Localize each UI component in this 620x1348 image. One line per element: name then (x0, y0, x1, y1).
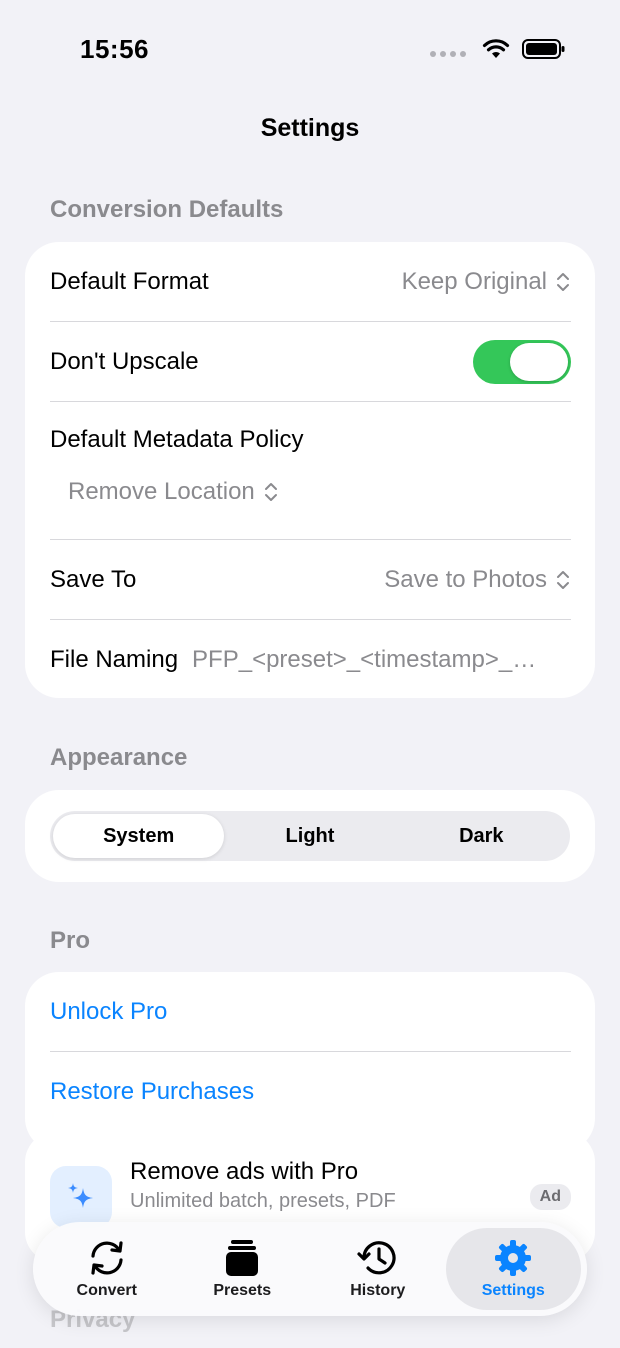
toggle-knob (510, 343, 568, 381)
tab-label: Presets (213, 1282, 272, 1299)
file-naming-label: File Naming (50, 646, 179, 673)
section-header-appearance: Appearance (50, 744, 188, 771)
chevron-up-down-icon (557, 273, 569, 291)
status-icons (430, 38, 566, 60)
presets-icon (226, 1240, 259, 1276)
file-naming-row[interactable]: File Naming PFP_<preset>_<timestamp>_… (25, 620, 595, 698)
tab-history[interactable]: History (310, 1228, 446, 1310)
appearance-segmented-control: System Light Dark (50, 811, 570, 861)
segment-light[interactable]: Light (224, 814, 395, 858)
restore-purchases-label: Restore Purchases (50, 1078, 255, 1105)
default-format-value: Keep Original (401, 268, 547, 295)
gear-icon (495, 1240, 532, 1276)
tab-label: History (350, 1282, 406, 1299)
ad-subtitle: Unlimited batch, presets, PDF (130, 1190, 396, 1212)
status-time: 15:56 (80, 34, 149, 64)
appearance-card: System Light Dark (25, 790, 595, 882)
metadata-policy-row: Default Metadata Policy Remove Location (25, 402, 595, 540)
default-format-picker[interactable]: Keep Original (402, 268, 571, 296)
ad-title: Remove ads with Pro (130, 1158, 359, 1185)
dont-upscale-row: Don't Upscale (25, 322, 595, 402)
status-bar: 15:56 (0, 0, 620, 100)
tab-label: Convert (76, 1282, 137, 1299)
ad-badge: Ad (529, 1184, 571, 1210)
default-format-row[interactable]: Default Format Keep Original (25, 242, 595, 322)
cellular-signal-icon (430, 51, 466, 57)
default-format-label: Default Format (50, 268, 209, 295)
sparkles-icon (50, 1166, 112, 1228)
page-title: Settings (260, 114, 360, 142)
battery-icon (522, 39, 565, 59)
metadata-policy-picker[interactable]: Remove Location (68, 478, 571, 506)
save-to-value: Save to Photos (384, 566, 547, 593)
restore-purchases-button[interactable]: Restore Purchases (25, 1052, 595, 1132)
wifi-icon (482, 39, 510, 58)
unlock-pro-label: Unlock Pro (50, 998, 168, 1025)
tab-bar: Convert Presets History Settings (33, 1222, 587, 1316)
tab-presets[interactable]: Presets (175, 1228, 311, 1310)
dont-upscale-toggle[interactable] (473, 340, 571, 384)
save-to-picker[interactable]: Save to Photos (384, 566, 571, 594)
dont-upscale-label: Don't Upscale (50, 348, 199, 375)
save-to-label: Save To (50, 566, 137, 593)
tab-label: Settings (481, 1282, 545, 1299)
conversion-defaults-card: Default Format Keep Original Don't Upsca… (25, 242, 595, 698)
segment-system[interactable]: System (53, 814, 225, 858)
section-header-conversion-defaults: Conversion Defaults (50, 196, 284, 223)
chevron-up-down-icon (264, 483, 277, 501)
convert-icon (91, 1241, 123, 1275)
chevron-up-down-icon (557, 571, 569, 589)
history-icon (357, 1241, 396, 1275)
metadata-policy-label: Default Metadata Policy (50, 426, 304, 453)
section-header-pro: Pro (50, 927, 91, 954)
unlock-pro-button[interactable]: Unlock Pro (25, 972, 595, 1052)
pro-card: Unlock Pro Restore Purchases (25, 972, 595, 1152)
tab-convert[interactable]: Convert (39, 1228, 175, 1310)
save-to-row[interactable]: Save To Save to Photos (25, 540, 595, 620)
segment-dark[interactable]: Dark (396, 814, 567, 858)
file-naming-value[interactable]: PFP_<preset>_<timestamp>_… (192, 646, 536, 674)
metadata-policy-value: Remove Location (68, 478, 255, 505)
tab-settings[interactable]: Settings (445, 1228, 581, 1310)
